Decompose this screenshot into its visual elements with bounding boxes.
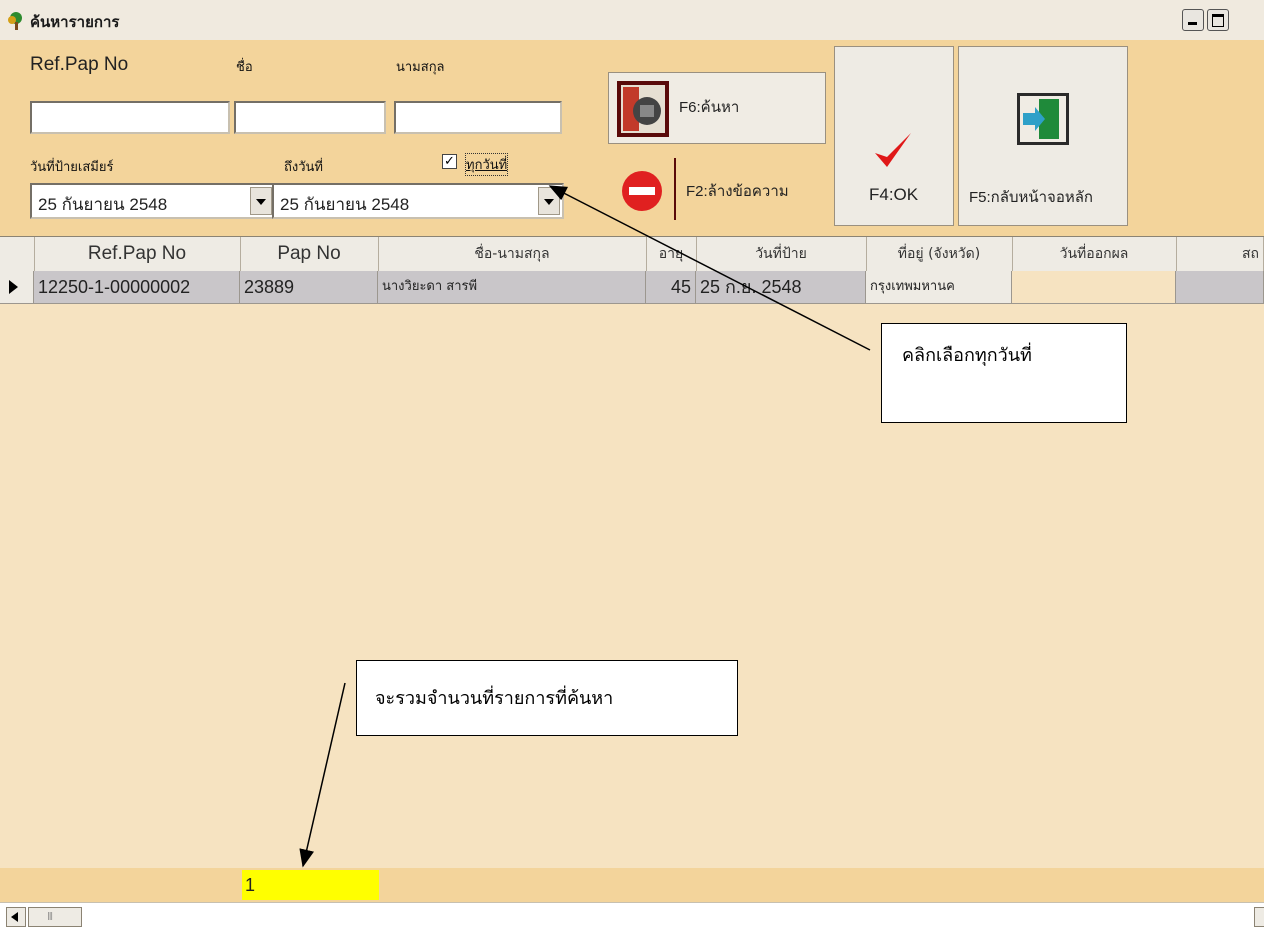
arrow-to-count [299, 682, 346, 868]
search-window: ค้นหารายการ Ref.Pap No ชื่อ นามสกุล วันท… [0, 0, 1264, 939]
arrow-to-all-dates [548, 185, 871, 351]
annotation-arrows [299, 185, 871, 868]
